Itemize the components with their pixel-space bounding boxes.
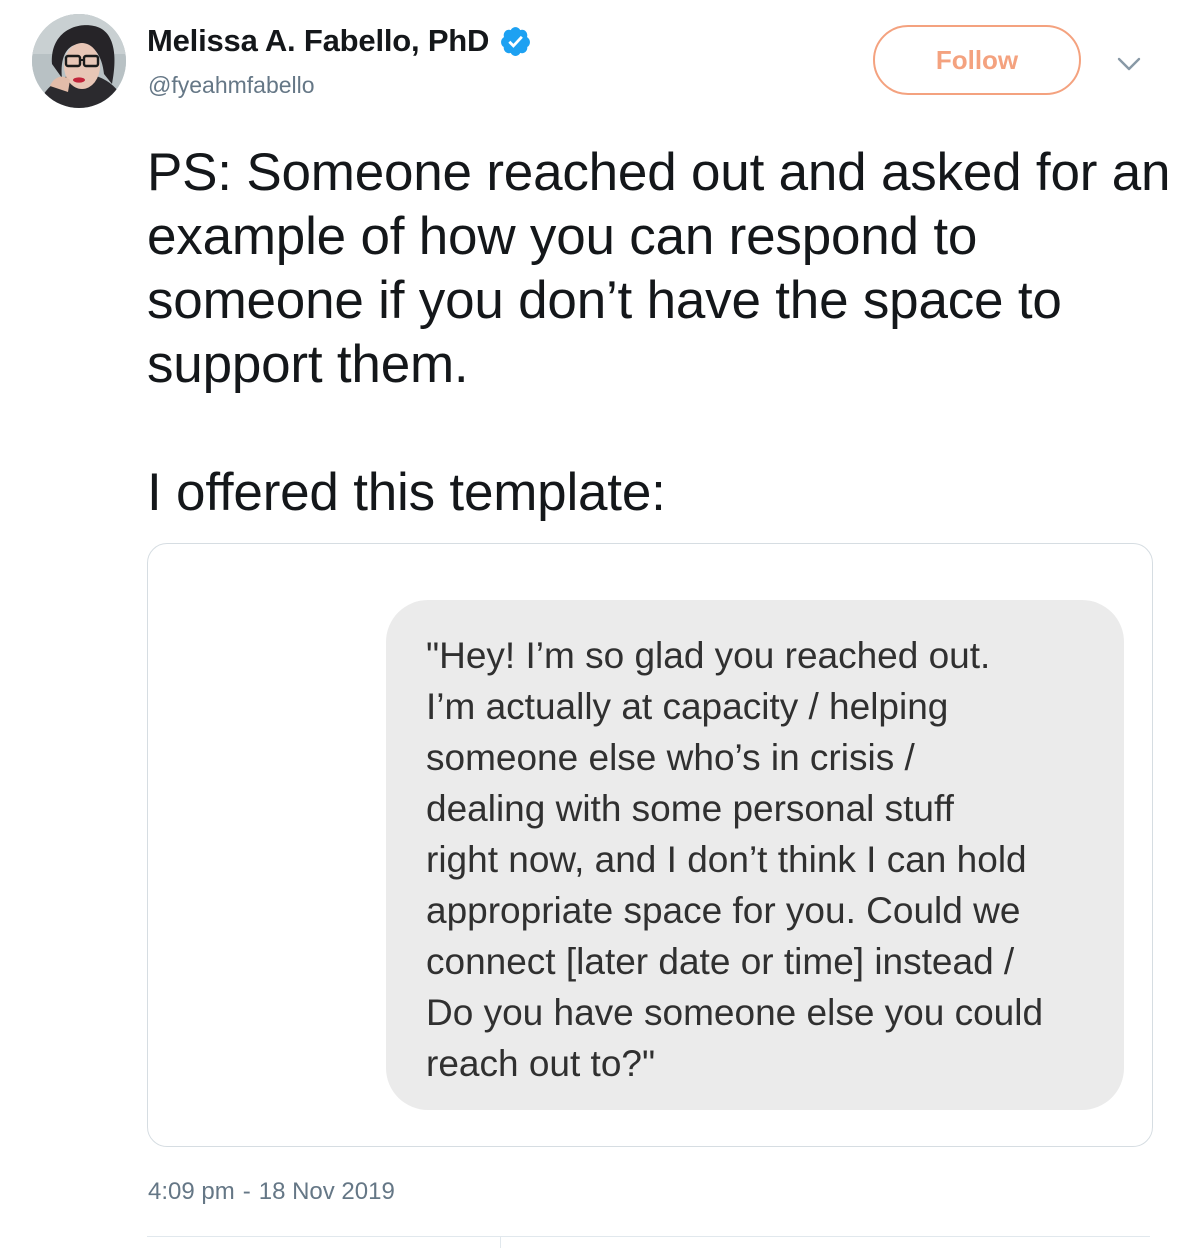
author-name-row[interactable]: Melissa A. Fabello, PhD [147,21,532,61]
chevron-down-icon[interactable] [1114,50,1144,76]
attached-image[interactable]: "Hey! I’m so glad you reached out. I’m a… [147,543,1153,1147]
message-line: someone else who’s in crisis / [426,737,915,778]
message-line: appropriate space for you. Could we [426,890,1021,931]
message-line: reach out to?" [426,1043,656,1084]
message-line: connect [later date or time] instead / [426,941,1015,982]
follow-button[interactable]: Follow [873,25,1081,95]
tweet-timestamp[interactable]: 4:09 pm -18 Nov 2019 [148,1178,395,1206]
message-text: "Hey! I’m so glad you reached out. I’m a… [426,630,1106,1089]
message-line: "Hey! I’m so glad you reached out. [426,635,991,676]
message-line: dealing with some personal stuff [426,788,954,829]
profile-avatar[interactable] [32,14,126,108]
message-line: right now, and I don’t think I can hold [426,839,1027,880]
message-bubble: "Hey! I’m so glad you reached out. I’m a… [386,600,1124,1110]
divider [147,1236,1150,1237]
tweet-paragraph: I offered this template: [147,463,666,522]
avatar-photo [32,14,126,108]
author-display-name[interactable]: Melissa A. Fabello, PhD [147,23,489,59]
timestamp-time: 4:09 pm [148,1178,235,1205]
tweet-paragraph: PS: Someone reached out and asked for an… [147,143,1171,394]
timestamp-date: 18 Nov 2019 [258,1178,395,1205]
tweet-text: PS: Someone reached out and asked for an… [147,141,1177,525]
message-line: I’m actually at capacity / helping [426,686,949,727]
author-handle[interactable]: @fyeahmfabello [148,72,315,99]
divider-tick [500,1237,501,1248]
message-line: Do you have someone else you could [426,992,1044,1033]
verified-badge-icon [501,26,531,56]
timestamp-separator: - [242,1178,251,1205]
